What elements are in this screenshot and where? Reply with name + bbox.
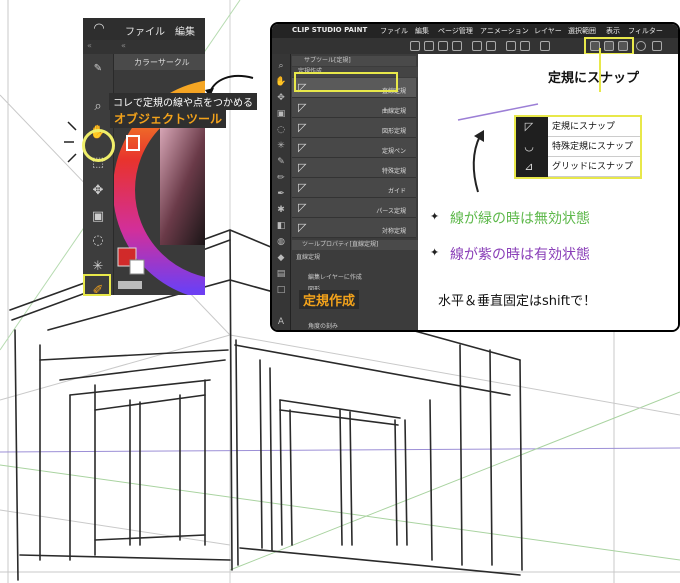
ruler-icon: ◸ [298, 161, 307, 174]
panel-collapse-row: « « [83, 40, 205, 54]
menu-selection[interactable]: 選択範囲 [568, 26, 596, 36]
subtool-guide[interactable]: ◸ ガイド [292, 178, 416, 198]
collapse-panel-icon[interactable]: « [121, 41, 126, 50]
subtool-ruler-pen[interactable]: ◸ 定規ペン [292, 138, 416, 158]
ruler-icon: ◸ [298, 121, 307, 134]
fill-icon[interactable]: ◆ [275, 252, 287, 264]
hand-icon[interactable]: ✋ [275, 76, 287, 88]
app-tool-palette: ⌕ ✋ ✥ ▣ ◌ ✳ ✎ ✏ ✒ ✱ ◧ ◍ ◆ ▤ □ A [272, 54, 291, 330]
star-bullet-icon: ✦ [430, 246, 440, 259]
collapse-left-icon[interactable]: « [87, 41, 92, 50]
subtool-perspective-ruler[interactable]: ◸ パース定規 [292, 198, 416, 218]
snap-item-grid[interactable]: ⊿ グリッドにスナップ [516, 157, 640, 177]
zoom-icon[interactable]: ⌕ [89, 98, 107, 116]
snap-grid-icon: ⊿ [524, 160, 534, 173]
left-menubar: ◠ ファイル 編集 [83, 18, 205, 40]
save-icon[interactable] [438, 41, 448, 51]
tool-pen-icon[interactable]: ✎ [89, 60, 107, 78]
fill-icon[interactable] [540, 41, 550, 51]
gradient-icon[interactable]: ▤ [275, 268, 287, 280]
color-panel-header: カラーサークル [114, 54, 205, 70]
settings-icon[interactable] [652, 41, 662, 51]
transform-icon[interactable] [520, 41, 530, 51]
blend-icon[interactable]: ◍ [275, 236, 287, 248]
menu-edit[interactable]: 編集 [175, 23, 195, 38]
zoom-icon[interactable]: ⌕ [275, 60, 287, 72]
lasso-icon[interactable]: ◌ [89, 232, 107, 250]
emphasis-marks [64, 121, 77, 163]
app-title: CLIP STUDIO PAINT [292, 26, 368, 34]
ruler-tool-highlight [83, 274, 111, 296]
menu-layer[interactable]: レイヤー [534, 26, 562, 36]
ruler-create-highlight [294, 72, 398, 92]
snap-item-special-ruler[interactable]: ◡ 特殊定規にスナップ [516, 137, 640, 157]
ruler-icon: ◸ [298, 221, 307, 234]
object-tool-annotation: コレで定規の線や点をつかめる [109, 93, 257, 110]
menu-view[interactable]: 表示 [606, 26, 620, 36]
snap-item-ruler[interactable]: ◸ 定規にスナップ [516, 117, 640, 137]
airbrush-icon[interactable]: ✱ [275, 204, 287, 216]
snap-ruler-icon: ◸ [524, 120, 534, 133]
menu-animation[interactable]: アニメーション [480, 26, 529, 36]
new-icon[interactable] [410, 41, 420, 51]
menu-file[interactable]: ファイル [380, 26, 408, 36]
select-icon[interactable]: ▣ [275, 108, 287, 120]
pencil-icon[interactable]: ✏ [275, 172, 287, 184]
snap-dropdown: ◸ 定規にスナップ ◡ 特殊定規にスナップ ⊿ グリッドにスナップ [514, 115, 642, 179]
ruler-icon: ◸ [298, 141, 307, 154]
create-on-edit-layer-label[interactable]: 編集レイヤーに作成 [292, 272, 432, 281]
menu-file[interactable]: ファイル [125, 23, 165, 38]
shift-tip: 水平＆垂直固定はshiftで！ [438, 294, 597, 309]
text-icon[interactable]: A [275, 316, 287, 328]
ruler-create-label: 定規作成 [299, 290, 360, 309]
lasso-icon[interactable]: ◌ [275, 124, 287, 136]
move-icon[interactable]: ✥ [89, 182, 107, 200]
menu-edit[interactable]: 編集 [415, 26, 429, 36]
figure-icon[interactable]: □ [275, 284, 287, 296]
tool-property-header: ツールプロパティ[直線定規] [292, 240, 426, 250]
ruler-icon: ◸ [298, 181, 307, 194]
angle-step-value[interactable]: 45 [382, 330, 412, 332]
snap-arrow [599, 48, 601, 92]
redo-icon[interactable] [486, 41, 496, 51]
clear-icon[interactable] [506, 41, 516, 51]
ruler-icon: ◸ [298, 101, 307, 114]
open-icon[interactable] [424, 41, 434, 51]
subtool-curve-ruler[interactable]: ◸ 曲線定規 [292, 98, 416, 118]
search-icon[interactable] [636, 41, 646, 51]
subtool-figure-ruler[interactable]: ◸ 図形定規 [292, 118, 416, 138]
move-icon[interactable]: ✥ [275, 92, 287, 104]
object-tool-label: オブジェクトツール [110, 109, 227, 128]
tool-property-name: 直線定規 [296, 254, 321, 261]
angle-step-label: 角度の刻み [308, 323, 339, 330]
select-icon[interactable]: ▣ [89, 208, 107, 226]
pen-icon[interactable]: ✎ [275, 156, 287, 168]
export-icon[interactable] [452, 41, 462, 51]
clip-studio-logo-icon: ◠ [93, 21, 105, 36]
color-panel-title: カラーサークル [134, 58, 190, 67]
ruler-icon: ◸ [298, 201, 307, 214]
app-menubar: CLIP STUDIO PAINT ファイル 編集 ページ管理 アニメーション … [272, 24, 678, 38]
eraser-icon[interactable]: ◧ [275, 220, 287, 232]
undo-icon[interactable] [472, 41, 482, 51]
subtool-special-ruler[interactable]: ◸ 特殊定規 [292, 158, 416, 178]
subtool-header: サブツール[定規] [292, 56, 416, 66]
subtool-symmetry-ruler[interactable]: ◸ 対称定規 [292, 218, 416, 238]
star-bullet-icon: ✦ [430, 210, 440, 223]
snap-special-ruler-icon: ◡ [524, 140, 534, 153]
brush-icon[interactable]: ✒ [275, 188, 287, 200]
purple-state-note: 線が紫の時は有効状態 [450, 247, 590, 263]
menu-page[interactable]: ページ管理 [438, 26, 473, 36]
auto-select-icon[interactable]: ✳ [275, 140, 287, 152]
green-state-note: 線が緑の時は無効状態 [450, 211, 590, 227]
menu-filter[interactable]: フィルター [628, 26, 663, 36]
